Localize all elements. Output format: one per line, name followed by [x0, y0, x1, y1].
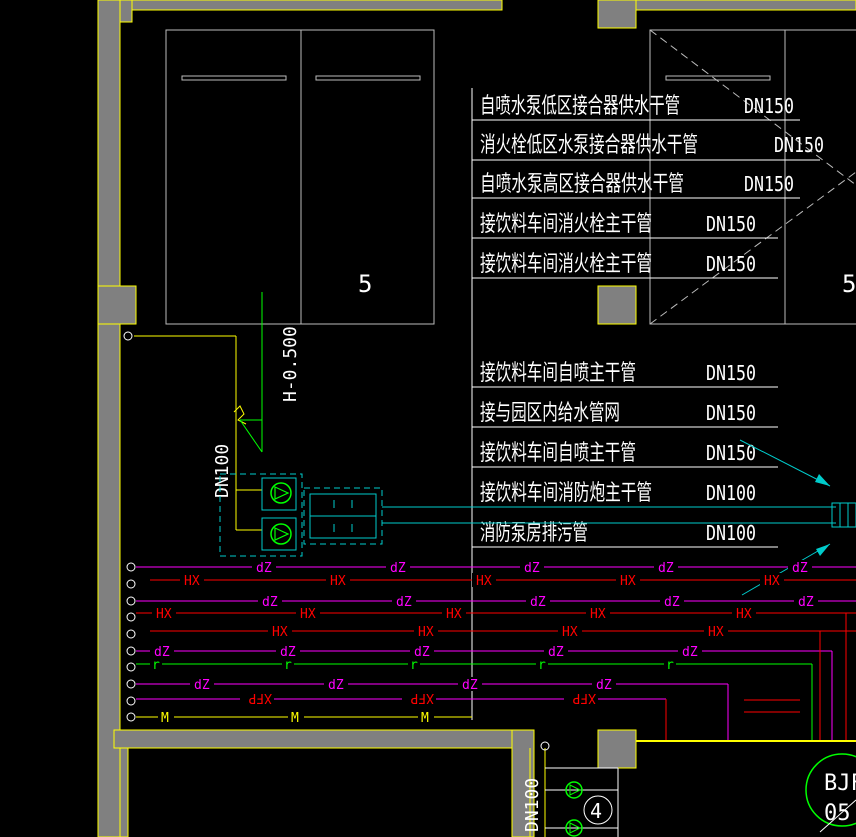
tank-number-left: 5 — [358, 270, 372, 298]
bottom-pumps[interactable]: 4 — [545, 781, 618, 837]
pipe-size-3: DN150 — [744, 172, 794, 196]
tag-m: M — [291, 711, 299, 726]
tag-r: r — [284, 658, 292, 673]
pipe-name-4: 接饮料车间消火栓主干管 — [480, 212, 652, 237]
tag-dz: dZ — [596, 678, 612, 693]
tag-dz: dZ — [664, 595, 680, 610]
pump-dn-label-left: DN100 — [212, 444, 233, 498]
pipe-size-2: DN150 — [774, 133, 824, 157]
discharge-main — [382, 502, 856, 528]
tag-r: r — [538, 658, 546, 673]
water-tank-left[interactable]: 5 — [165, 29, 435, 325]
pipe-name-2: 消火栓低区水泵接合器供水干管 — [480, 133, 698, 158]
tag-hx: HX — [620, 574, 636, 589]
pipe-size-4: DN150 — [706, 212, 756, 236]
tag-dz: dZ — [548, 645, 564, 660]
tag-hx: HX — [708, 625, 724, 640]
pipe-name-9: 接饮料车间消防炮主干管 — [480, 481, 652, 506]
tag-hx: HX — [272, 625, 288, 640]
pipe-run-group — [136, 566, 856, 740]
pipe-size-7: DN150 — [706, 401, 756, 425]
tag-dz: dZ — [462, 678, 478, 693]
tag-dz: dZ — [262, 595, 278, 610]
pipe-name-6: 接饮料车间自喷主干管 — [480, 361, 636, 386]
tag-dz: dZ — [682, 645, 698, 660]
pipe-tags: dZ dZ dZ dZ dZ HX HX HX HX HX dZ dZ dZ d… — [150, 560, 818, 726]
tag-xfp: XFP — [248, 690, 272, 705]
equipment-tag-line1: BJF — [824, 771, 856, 796]
tag-hx: HX — [184, 574, 200, 589]
tag-hx: HX — [418, 625, 434, 640]
tag-dz: dZ — [256, 561, 272, 576]
elevation-label: H-0.500 — [280, 326, 301, 402]
tag-dz: dZ — [524, 561, 540, 576]
tank-number-right: 5 — [842, 270, 856, 298]
pipe-name-5: 接饮料车间消火栓主干管 — [480, 252, 652, 277]
pipe-size-9: DN100 — [706, 481, 756, 505]
tag-r: r — [410, 658, 418, 673]
tag-dz: dZ — [328, 678, 344, 693]
tag-dz: dZ — [396, 595, 412, 610]
pump-number: 4 — [590, 799, 602, 823]
tag-hx: HX — [300, 607, 316, 622]
pipe-size-6: DN150 — [706, 361, 756, 385]
equipment-tag-bjf[interactable]: BJF 05 — [805, 753, 856, 833]
pump-feed-piping — [134, 292, 263, 531]
tag-hx: HX — [446, 607, 462, 622]
fire-pump-2[interactable] — [261, 517, 297, 551]
tag-hx: HX — [562, 625, 578, 640]
pipe-size-10: DN100 — [706, 521, 756, 545]
tag-dz: dZ — [390, 561, 406, 576]
tag-r: r — [666, 658, 674, 673]
tag-dz: dZ — [792, 561, 808, 576]
tag-hx: HX — [330, 574, 346, 589]
pipe-name-7: 接与园区内给水管网 — [480, 401, 620, 426]
pipe-name-1: 自喷水泵低区接合器供水干管 — [480, 94, 680, 119]
tag-dz: dZ — [194, 678, 210, 693]
equipment-tag-line2: 05 — [824, 801, 851, 826]
pipe-size-1: DN150 — [744, 94, 794, 118]
tag-r: r — [152, 658, 160, 673]
tag-hx: HX — [764, 574, 780, 589]
tag-dz: dZ — [658, 561, 674, 576]
pipe-name-8: 接饮料车间自喷主干管 — [480, 441, 636, 466]
tag-xfp: XFP — [572, 690, 596, 705]
pipe-name-3: 自喷水泵高区接合器供水干管 — [480, 172, 684, 197]
tag-hx: HX — [590, 607, 606, 622]
pump-housing[interactable] — [219, 473, 383, 557]
tag-m: M — [421, 711, 429, 726]
tag-dz: dZ — [798, 595, 814, 610]
fire-pump-1[interactable] — [261, 477, 297, 511]
tag-xfp: XFP — [410, 690, 434, 705]
tag-dz: dZ — [530, 595, 546, 610]
pipe-size-5: DN150 — [706, 252, 756, 276]
tag-m: M — [161, 711, 169, 726]
pipe-name-10: 消防泵房排污管 — [480, 521, 588, 546]
pipe-schedule-table: 自喷水泵低区接合器供水干管 DN150 消火栓低区水泵接合器供水干管 DN150… — [471, 88, 824, 720]
cad-drawing-canvas[interactable]: 5 5 自喷水泵低区接合器供水干管 DN150 消火栓低区水泵接合器供水干管 D… — [0, 0, 856, 837]
tag-hx: HX — [156, 607, 172, 622]
tag-hx: HX — [476, 574, 492, 589]
tag-hx: HX — [736, 607, 752, 622]
pump-dn-label-bottom: DN100 — [522, 778, 543, 832]
